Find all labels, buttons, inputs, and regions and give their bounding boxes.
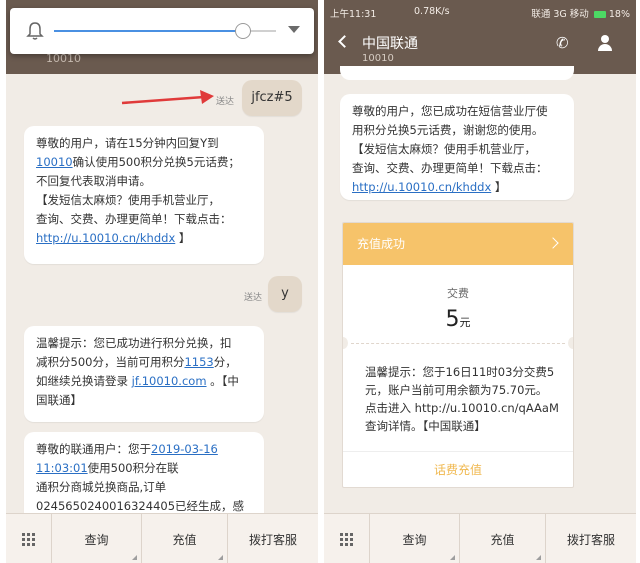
recharge-menu-button[interactable]: 充值: [142, 514, 228, 563]
incoming-message-bubble[interactable]: 温馨提示：您已成功进行积分兑换，扣 减积分500分，当前可用积分1153分， 如…: [24, 326, 264, 422]
payment-label: 交费: [447, 287, 469, 300]
annotation-arrow-icon: [121, 90, 214, 105]
keyboard-toggle-button[interactable]: [324, 514, 370, 563]
status-bar: 上午11:31 0.78K/s 联通 3G 移动 18%: [330, 6, 630, 20]
chevron-right-icon: [547, 237, 559, 249]
conversation-header: 上午11:31 0.78K/s 联通 3G 移动 18% 中国联通 10010 …: [324, 0, 636, 74]
time-link[interactable]: 11:03:01: [36, 461, 88, 475]
right-phone-screen: 上午11:31 0.78K/s 联通 3G 移动 18% 中国联通 10010 …: [324, 0, 636, 563]
card-divider: [351, 343, 565, 344]
keyboard-grid-icon: [22, 532, 35, 546]
phone-number-link[interactable]: 10010: [36, 155, 73, 169]
recharge-link-button[interactable]: 话费充值: [343, 452, 573, 487]
recharge-success-card[interactable]: 充值成功 交费 5元 温馨提示：您于16日11时03分交费5 元，账户当前可用余…: [342, 222, 574, 488]
quick-menu-bar: 查询 充值 拨打客服: [6, 513, 318, 563]
date-link[interactable]: 2019-03-16: [151, 442, 218, 456]
incoming-message-bubble[interactable]: 尊敬的用户，请在15分钟内回复Y到 10010确认使用500积分兑换5元话费； …: [24, 126, 264, 264]
volume-panel: [10, 8, 314, 54]
call-service-button[interactable]: 拨打客服: [228, 514, 318, 563]
back-arrow-icon[interactable]: [338, 35, 351, 48]
volume-slider-thumb[interactable]: [234, 23, 251, 39]
delivered-status: 送达: [244, 293, 263, 303]
volume-slider[interactable]: [54, 23, 276, 39]
volume-slider-fill: [54, 30, 243, 32]
outgoing-message-bubble[interactable]: jfcz#5: [242, 80, 302, 116]
incoming-message-bubble[interactable]: 尊敬的用户，您已成功在短信营业厅使 用积分兑换5元话费，谢谢您的使用。 【发短信…: [340, 94, 574, 200]
phone-icon[interactable]: ✆: [556, 34, 569, 52]
chevron-down-icon[interactable]: [288, 26, 300, 33]
sender-number: 10010: [362, 53, 394, 64]
card-header[interactable]: 充值成功: [343, 223, 573, 265]
left-phone-screen: 10010 送达 jfcz#5 尊敬的用户，请在15分钟内回复Y到 10010确…: [6, 0, 318, 563]
quick-menu-bar: 查询 充值 拨打客服: [324, 513, 636, 563]
delivered-status: 送达: [216, 97, 235, 107]
recharge-menu-button[interactable]: 充值: [460, 514, 546, 563]
website-link[interactable]: jf.10010.com: [132, 374, 207, 388]
previous-message-bubble: [340, 66, 574, 80]
call-service-button[interactable]: 拨打客服: [546, 514, 636, 563]
keyboard-grid-icon: [340, 532, 353, 546]
download-link[interactable]: http://u.10010.cn/khddx: [36, 231, 175, 245]
outgoing-message-bubble[interactable]: y: [268, 276, 302, 312]
card-message: 温馨提示：您于16日11时03分交费5 元，账户当前可用余额为75.70元。 点…: [365, 365, 559, 433]
battery-icon: [593, 11, 606, 18]
keyboard-toggle-button[interactable]: [6, 514, 52, 563]
conversation-title: 中国联通: [362, 36, 418, 52]
query-menu-button[interactable]: 查询: [52, 514, 142, 563]
points-link[interactable]: 1153: [184, 355, 213, 369]
payment-amount: 5元: [445, 307, 471, 332]
query-menu-button[interactable]: 查询: [370, 514, 460, 563]
download-link[interactable]: http://u.10010.cn/khddx: [352, 180, 491, 194]
contact-icon[interactable]: [598, 35, 612, 51]
bell-icon[interactable]: [26, 21, 44, 41]
